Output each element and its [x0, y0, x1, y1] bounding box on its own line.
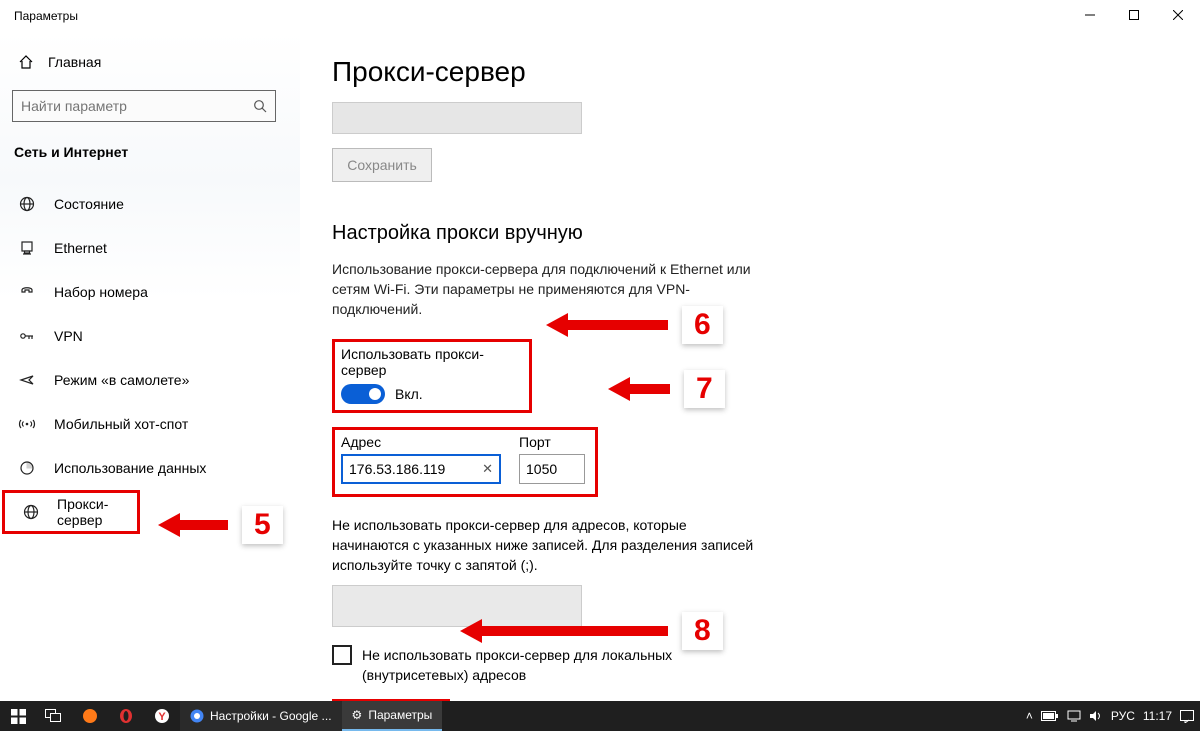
opera-icon[interactable] [108, 701, 144, 731]
sidebar-home[interactable]: Главная [0, 42, 300, 82]
address-label: Адрес [341, 434, 501, 450]
script-address-input[interactable] [332, 102, 582, 134]
save-button-disabled: Сохранить [332, 148, 432, 182]
bypass-description: Не использовать прокси-сервер для адресо… [332, 515, 762, 575]
sidebar-item-label: Прокси-сервер [57, 496, 137, 528]
sidebar-item-label: Использование данных [54, 460, 206, 476]
tray-time[interactable]: 11:17 [1143, 709, 1172, 723]
sidebar-item-label: Набор номера [54, 284, 148, 300]
sidebar-item-airplane[interactable]: Режим «в самолете» [0, 358, 300, 402]
gear-icon: ⚙ [352, 708, 363, 722]
sidebar-item-ethernet[interactable]: Ethernet [0, 226, 300, 270]
clear-icon[interactable]: ✕ [482, 461, 493, 477]
sidebar-item-status[interactable]: Состояние [0, 182, 300, 226]
tray-notifications-icon[interactable] [1180, 710, 1194, 723]
sidebar-item-label: Состояние [54, 196, 124, 212]
address-input[interactable]: ✕ [341, 454, 501, 484]
ethernet-icon [18, 240, 36, 256]
vpn-icon [18, 328, 36, 344]
annotation-5: 5 [158, 506, 283, 544]
address-port-block: Адрес ✕ Порт [332, 427, 598, 497]
local-bypass-label: Не использовать прокси-сервер для локаль… [362, 645, 762, 685]
local-bypass-checkbox[interactable] [332, 645, 352, 665]
sidebar-item-label: Ethernet [54, 240, 107, 256]
start-button[interactable] [0, 701, 36, 731]
chrome-icon [190, 709, 204, 723]
minimize-button[interactable] [1068, 0, 1112, 30]
close-button[interactable] [1156, 0, 1200, 30]
window-title: Параметры [14, 9, 78, 23]
taskview-icon[interactable] [36, 701, 72, 731]
taskbar-app-chrome[interactable]: Настройки - Google ... [180, 701, 342, 731]
tray-network-icon[interactable] [1067, 710, 1081, 722]
tray-chevron-icon[interactable]: ˄ [1026, 709, 1033, 723]
sidebar-item-label: VPN [54, 328, 83, 344]
use-proxy-state: Вкл. [395, 386, 423, 402]
main-panel: Прокси-сервер Сохранить Настройка прокси… [300, 32, 1200, 701]
sidebar: Главная Сеть и Интернет Состояние [0, 32, 300, 701]
port-input[interactable] [519, 454, 585, 484]
system-tray: ˄ РУС 11:17 [1026, 709, 1200, 723]
hotspot-icon [18, 416, 36, 432]
dialup-icon [18, 284, 36, 300]
airplane-icon [18, 372, 36, 388]
port-label: Порт [519, 434, 585, 450]
yandex-icon[interactable]: Y [144, 701, 180, 731]
proxy-icon [23, 504, 39, 520]
status-icon [18, 196, 36, 212]
taskbar-app-settings[interactable]: ⚙ Параметры [342, 701, 443, 731]
sidebar-item-datausage[interactable]: Использование данных [0, 446, 300, 490]
tray-language[interactable]: РУС [1111, 709, 1135, 723]
sidebar-item-vpn[interactable]: VPN [0, 314, 300, 358]
use-proxy-label: Использовать прокси-сервер [341, 346, 521, 378]
datausage-icon [18, 460, 36, 476]
sidebar-item-label: Режим «в самолете» [54, 372, 189, 388]
firefox-icon[interactable] [72, 701, 108, 731]
maximize-button[interactable] [1112, 0, 1156, 30]
annotation-7: 7 [608, 370, 725, 408]
svg-text:Y: Y [158, 711, 166, 723]
sidebar-item-hotspot[interactable]: Мобильный хот-спот [0, 402, 300, 446]
search-input[interactable] [12, 90, 276, 122]
sidebar-item-proxy[interactable]: Прокси-сервер [2, 490, 140, 534]
annotation-8: 8 [460, 612, 723, 650]
sidebar-home-label: Главная [48, 54, 101, 70]
home-icon [18, 54, 34, 70]
use-proxy-toggle-block: Использовать прокси-сервер Вкл. [332, 339, 532, 413]
sidebar-item-label: Мобильный хот-спот [54, 416, 188, 432]
annotation-6: 6 [546, 306, 723, 344]
search-icon [253, 99, 267, 113]
manual-setup-heading: Настройка прокси вручную [332, 222, 1200, 245]
use-proxy-toggle[interactable] [341, 384, 385, 404]
tray-volume-icon[interactable] [1089, 710, 1103, 722]
sidebar-section-title: Сеть и Интернет [0, 122, 300, 160]
taskbar: Y Настройки - Google ... ⚙ Параметры ˄ Р… [0, 701, 1200, 731]
page-title: Прокси-сервер [332, 56, 1200, 88]
tray-battery-icon[interactable] [1041, 711, 1059, 721]
sidebar-item-dialup[interactable]: Набор номера [0, 270, 300, 314]
